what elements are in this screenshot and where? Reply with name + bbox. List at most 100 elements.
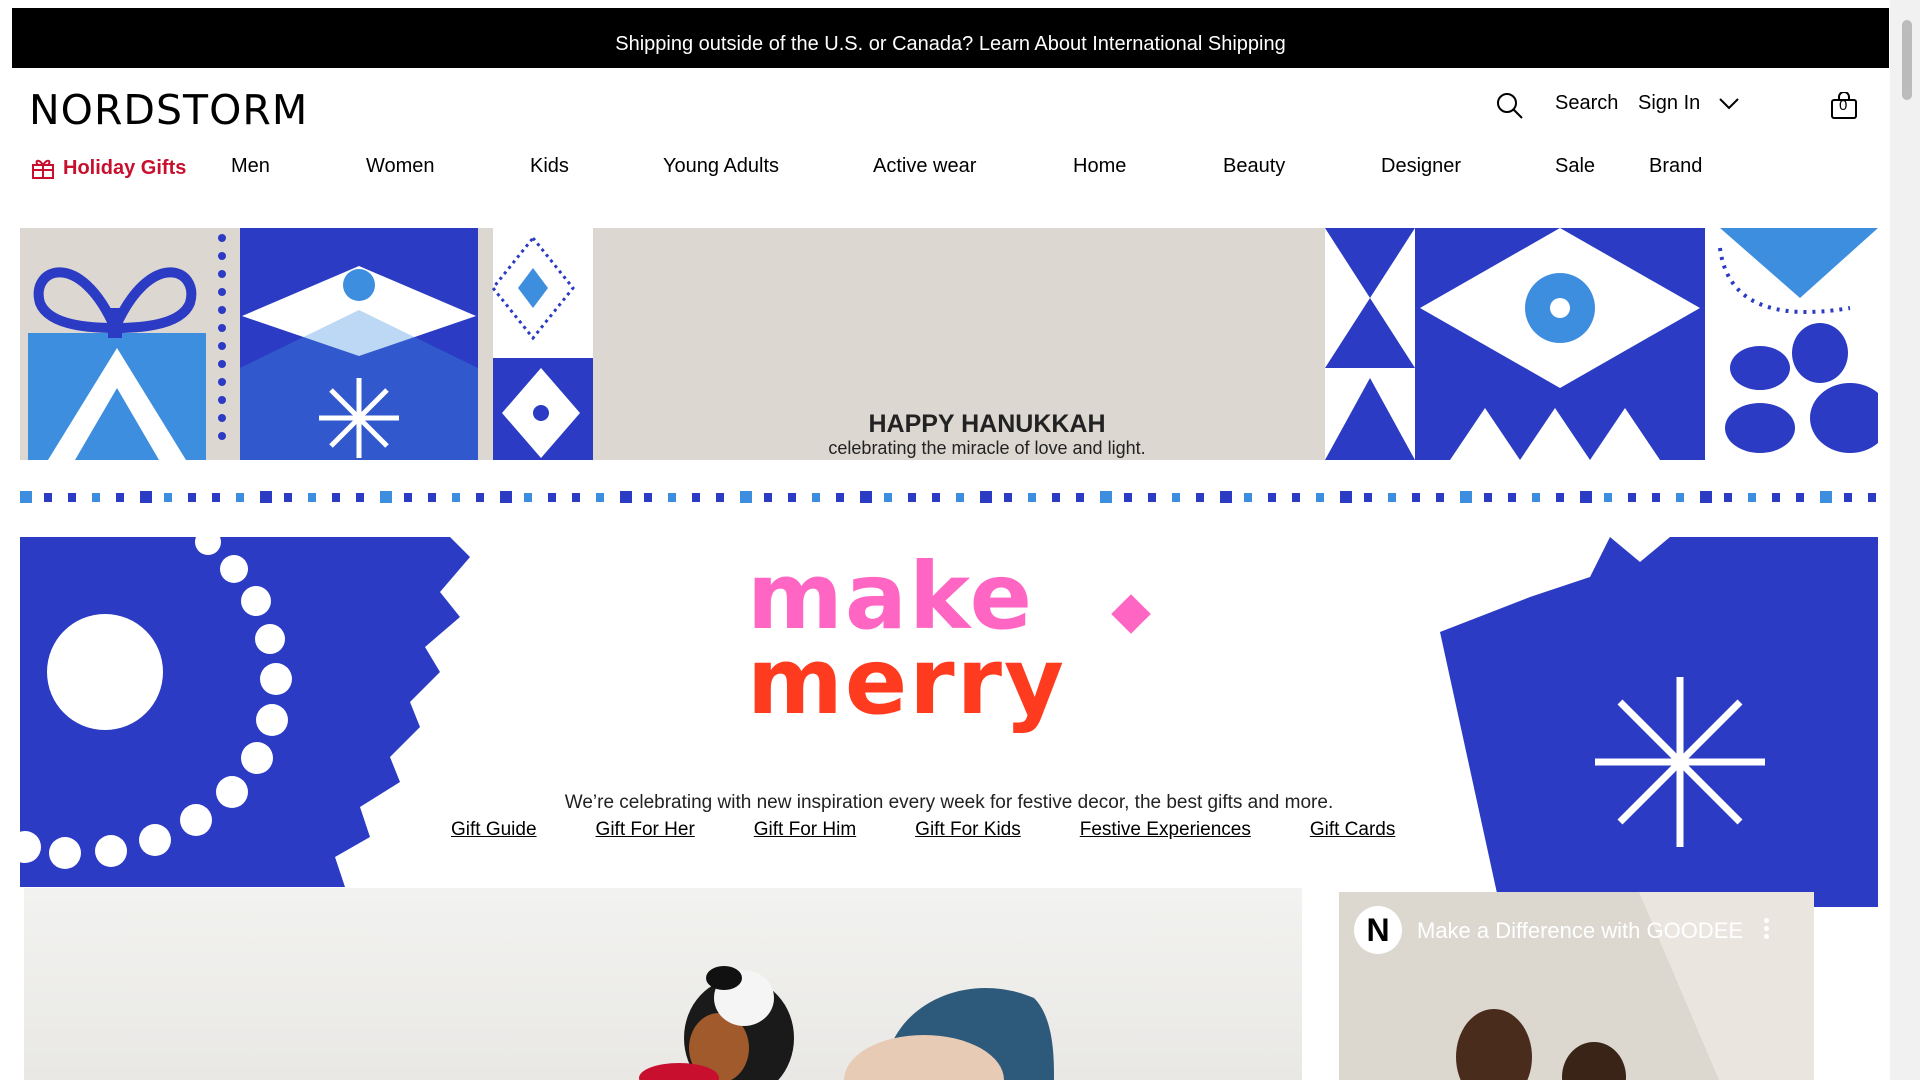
nav-designer[interactable]: Designer	[1381, 155, 1461, 178]
nav-holiday-label: Holiday Gifts	[63, 156, 187, 179]
divider-dot	[524, 493, 532, 502]
divider-dot	[1508, 493, 1516, 502]
divider-dot	[1436, 493, 1444, 502]
divider-dot	[260, 491, 272, 503]
divider-dot	[620, 491, 632, 503]
hanukkah-title: HAPPY HANUKKAH	[868, 410, 1106, 438]
nav-men[interactable]: Men	[231, 155, 270, 178]
chevron-down-icon	[1719, 97, 1739, 109]
channel-avatar[interactable]: N	[1354, 906, 1402, 954]
video-title[interactable]: Make a Difference with GOODEE	[1417, 918, 1743, 944]
divider-dot	[20, 491, 32, 503]
nav-brand[interactable]: Brand	[1649, 155, 1702, 178]
divider-dot	[1052, 493, 1060, 502]
divider-dot	[428, 493, 436, 502]
divider-dot	[1676, 493, 1684, 502]
divider-dot	[452, 493, 460, 502]
divider-dot	[980, 491, 992, 503]
search-link[interactable]: Search	[1555, 92, 1618, 115]
link-festive-experiences[interactable]: Festive Experiences	[1080, 819, 1251, 841]
divider-dot	[1652, 493, 1660, 502]
page-scrollbar[interactable]	[1890, 0, 1920, 1080]
divider-dot	[1292, 493, 1300, 502]
divider-dot	[764, 493, 772, 502]
announcement-text[interactable]: Shipping outside of the U.S. or Canada? …	[615, 33, 1285, 56]
divider-dot	[1100, 491, 1112, 503]
divider-dot	[884, 493, 892, 502]
divider-dot	[1532, 493, 1540, 502]
link-gift-for-kids[interactable]: Gift For Kids	[915, 819, 1021, 841]
channel-initial: N	[1366, 911, 1390, 948]
divider-dot	[92, 493, 100, 502]
divider-dot	[236, 493, 244, 502]
nav-sale[interactable]: Sale	[1555, 155, 1595, 178]
nav-kids[interactable]: Kids	[530, 155, 569, 178]
more-options-icon[interactable]	[1764, 918, 1770, 940]
divider-dot	[1844, 493, 1852, 502]
divider-dot	[932, 493, 940, 502]
man-with-puppy-image	[639, 966, 1054, 1080]
announcement-bar[interactable]: Shipping outside of the U.S. or Canada? …	[12, 8, 1889, 68]
divider-dot	[284, 493, 292, 502]
divider-dot	[1220, 491, 1232, 503]
divider-dot	[1748, 493, 1756, 502]
gift-icon	[32, 159, 54, 179]
video-player[interactable]: N Make a Difference with GOODEE	[1339, 892, 1814, 1080]
divider-dot	[1244, 493, 1252, 502]
hanukkah-subtitle: celebrating the miracle of love and ligh…	[828, 438, 1146, 458]
divider-dot	[332, 493, 340, 502]
link-gift-cards[interactable]: Gift Cards	[1310, 819, 1396, 841]
divider-dot	[644, 493, 652, 502]
scrollbar-thumb[interactable]	[1902, 20, 1912, 100]
divider-dot	[572, 493, 580, 502]
brand-logo[interactable]: NORDSTORM	[29, 86, 308, 134]
divider-dot	[44, 493, 52, 502]
divider-dot	[116, 493, 124, 502]
divider-dot	[692, 493, 700, 502]
sign-in-button[interactable]: Sign In	[1638, 92, 1740, 115]
divider-dot	[1604, 493, 1612, 502]
sign-in-label: Sign In	[1638, 92, 1701, 114]
nav-home[interactable]: Home	[1073, 155, 1126, 178]
make-text: make	[747, 543, 1035, 650]
divider-dot	[860, 491, 872, 503]
divider-dot	[1196, 493, 1204, 502]
divider-dot	[68, 493, 76, 502]
nav-women[interactable]: Women	[366, 155, 435, 178]
divider-dot	[1364, 493, 1372, 502]
divider-dot	[1076, 493, 1084, 502]
divider-dot	[164, 493, 172, 502]
divider-dot	[1772, 493, 1780, 502]
divider-dot	[1004, 493, 1012, 502]
search-button[interactable]	[1496, 92, 1524, 120]
link-gift-for-him[interactable]: Gift For Him	[754, 819, 856, 841]
divider-dot	[716, 493, 724, 502]
divider-dot	[1316, 493, 1324, 502]
nav-active-wear[interactable]: Active wear	[873, 155, 976, 178]
divider-dot	[212, 493, 220, 502]
nav-beauty[interactable]: Beauty	[1223, 155, 1285, 178]
make-merry-banner[interactable]: make merry We’re celebrating with new in…	[20, 537, 1878, 907]
divider-dot	[1340, 491, 1352, 503]
divider-dot	[788, 493, 796, 502]
merry-text: merry	[747, 627, 1066, 735]
search-icon	[1497, 93, 1523, 119]
decorative-divider	[20, 491, 1876, 503]
bag-count: 0	[1839, 97, 1848, 114]
divider-dot	[956, 493, 964, 502]
divider-dot	[1484, 493, 1492, 502]
hanukkah-banner[interactable]: HAPPY HANUKKAH celebrating the miracle o…	[20, 228, 1878, 460]
make-merry-logo: make merry	[747, 543, 1167, 735]
divider-dot	[812, 493, 820, 502]
divider-dot	[1148, 493, 1156, 502]
hero-photo[interactable]	[24, 888, 1302, 1080]
divider-dot	[1556, 493, 1564, 502]
nav-young-adults[interactable]: Young Adults	[663, 155, 779, 178]
shopping-bag-button[interactable]: 0	[1830, 92, 1858, 120]
divider-dot	[908, 493, 916, 502]
link-gift-guide[interactable]: Gift Guide	[451, 819, 537, 841]
link-gift-for-her[interactable]: Gift For Her	[596, 819, 695, 841]
gift-links: Gift Guide Gift For Her Gift For Him Gif…	[451, 819, 1395, 841]
divider-dot	[1460, 491, 1472, 503]
nav-holiday-gifts[interactable]: Holiday Gifts	[31, 156, 186, 180]
